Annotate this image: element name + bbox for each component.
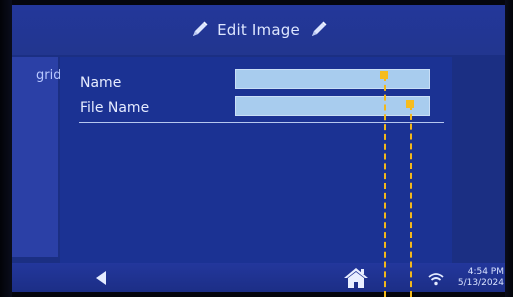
annotation-guide-line — [384, 75, 386, 297]
side-panel — [12, 57, 58, 257]
file-name-label: File Name — [80, 100, 150, 116]
pencil-icon — [193, 21, 208, 36]
bottom-bar: 4:54 PM 5/13/2024 — [12, 263, 505, 292]
side-panel-label: grid — [36, 68, 62, 83]
left-bezel — [0, 0, 12, 297]
touch-screen: Edit Image grid Name File Name 4:54 PM 5 — [12, 5, 505, 292]
date-text: 5/13/2024 — [457, 278, 504, 288]
title-bar: Edit Image — [12, 5, 505, 55]
back-arrow-icon[interactable] — [92, 268, 112, 288]
home-icon[interactable] — [343, 266, 369, 290]
annotation-marker — [380, 71, 388, 79]
time-text: 4:54 PM — [467, 267, 504, 277]
divider — [79, 122, 444, 123]
wifi-icon — [428, 273, 444, 286]
pencil-icon — [311, 21, 327, 36]
right-bezel — [505, 0, 513, 297]
page-title: Edit Image — [217, 21, 300, 39]
annotation-marker — [406, 100, 414, 108]
clock: 4:54 PM 5/13/2024 — [450, 267, 504, 289]
annotation-guide-line — [410, 104, 412, 297]
name-label: Name — [80, 75, 122, 91]
file-name-field[interactable] — [235, 96, 430, 116]
name-field[interactable] — [235, 69, 430, 89]
